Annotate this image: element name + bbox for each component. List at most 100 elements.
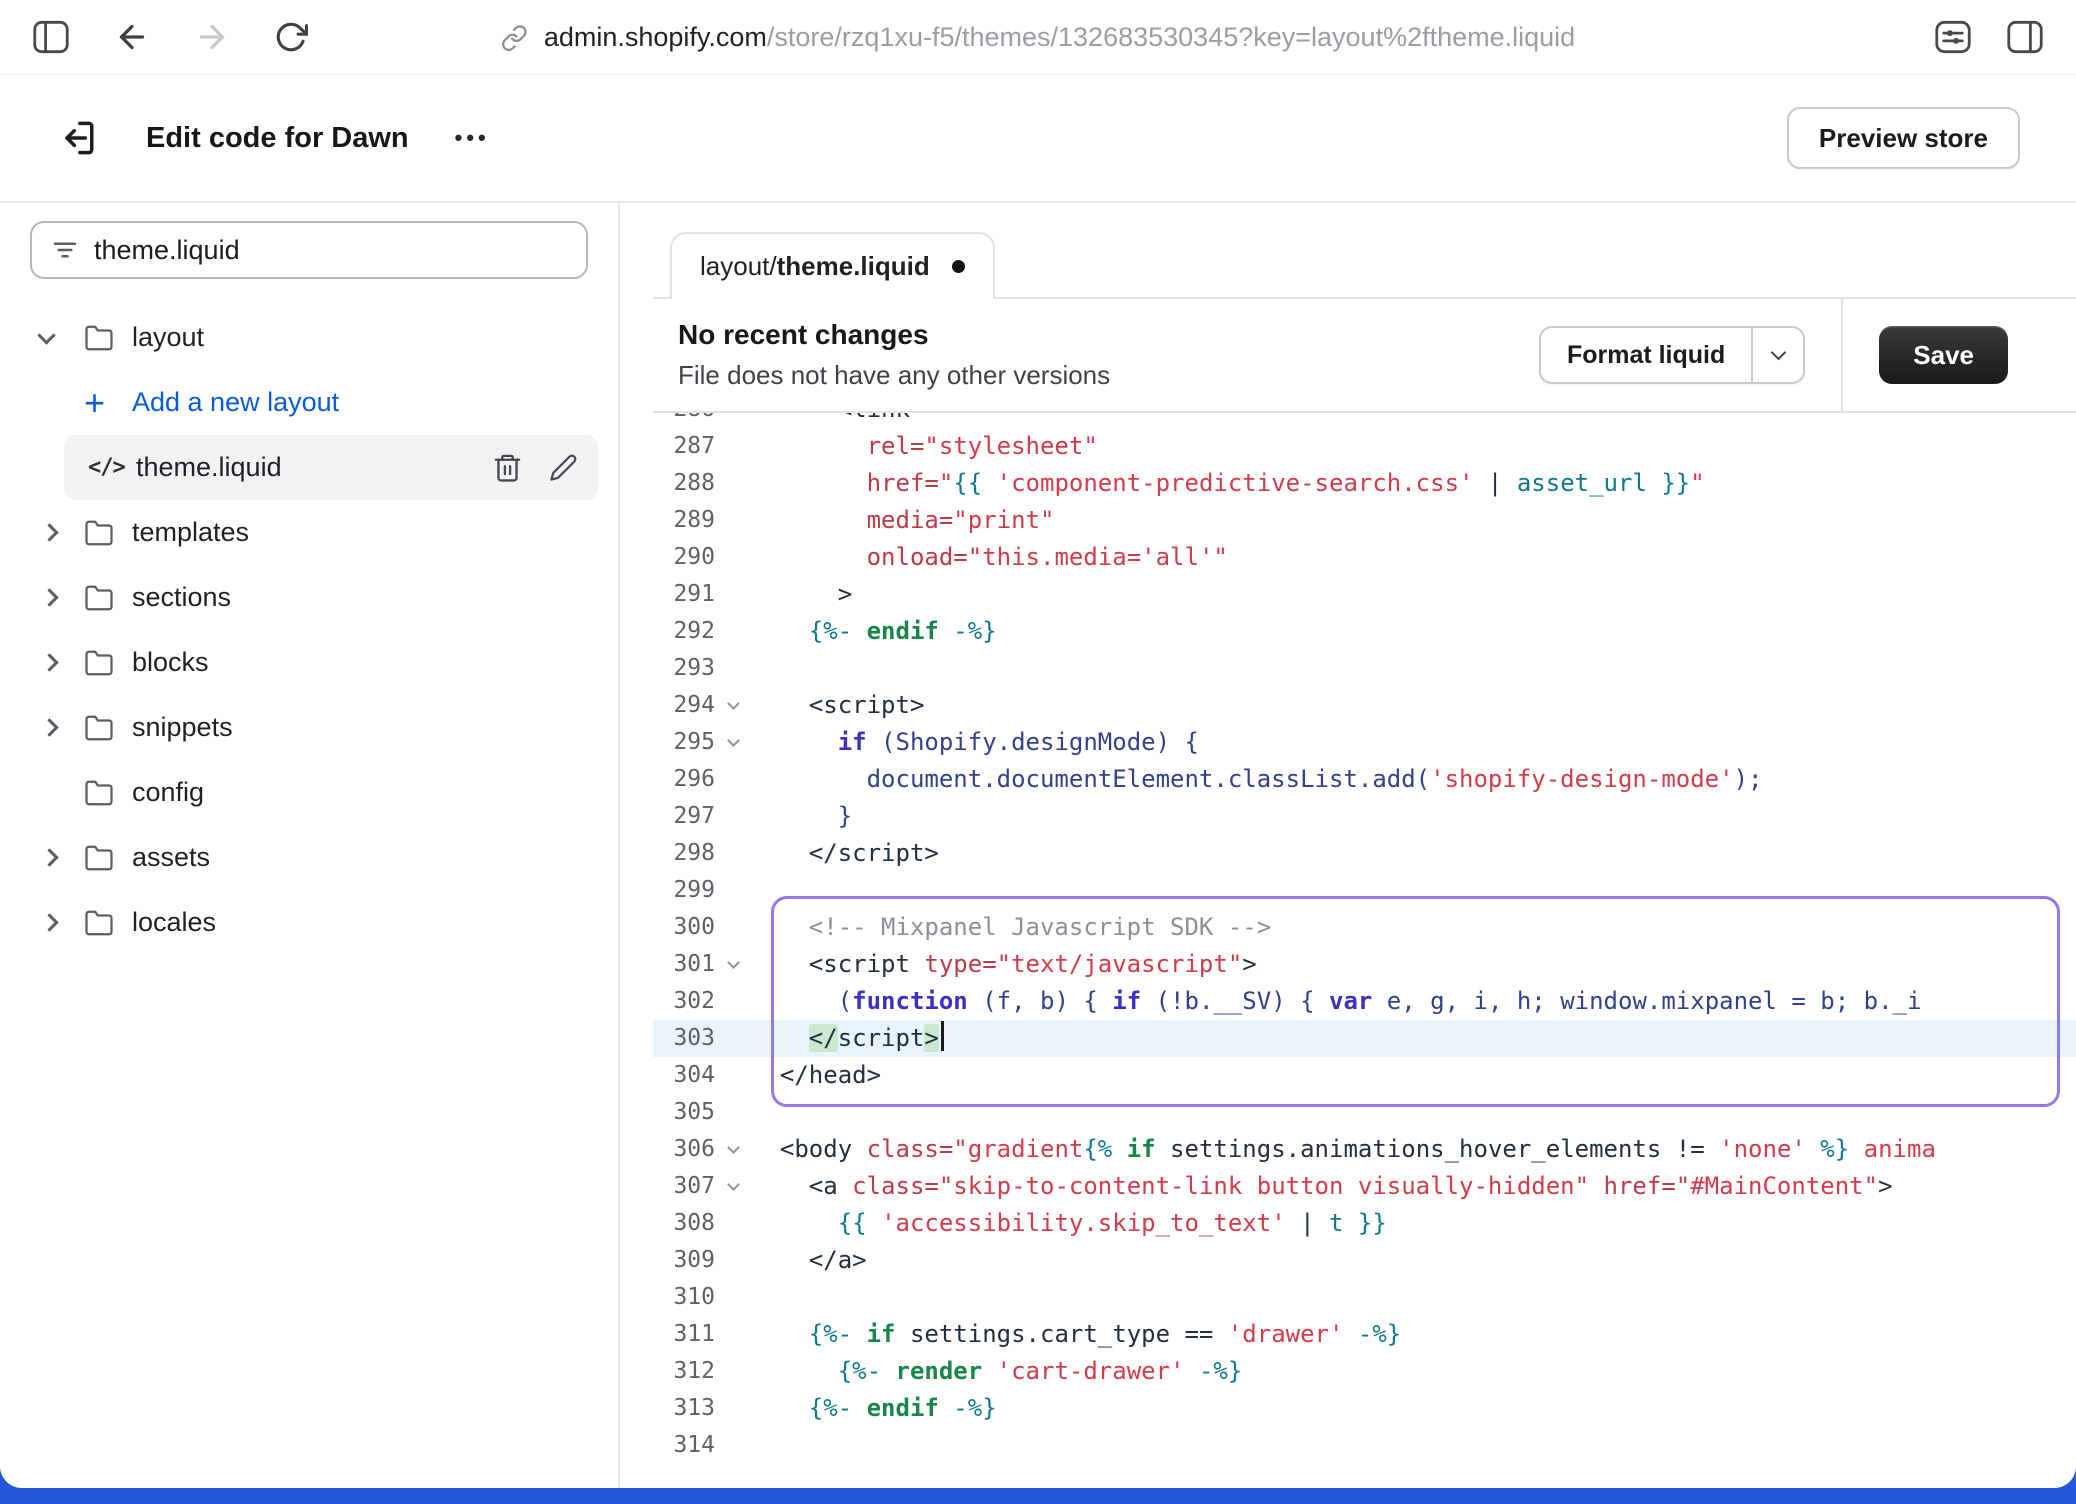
code-line-306[interactable]: 306 <body class="gradient{% if settings.… [653,1131,2076,1168]
fold-toggle-icon[interactable] [715,1131,751,1168]
fold-toggle-icon[interactable] [715,1168,751,1205]
exit-code-editor-button[interactable] [56,116,100,160]
chevron-right-icon [40,588,58,606]
code-line-296[interactable]: 296 document.documentElement.classList.a… [653,761,2076,798]
code-line-310[interactable]: 310 [653,1279,2076,1316]
more-options-button[interactable]: ••• [455,125,490,151]
back-icon[interactable] [114,19,150,55]
sidebar-toggle-icon[interactable] [32,20,70,54]
content-row: theme.liquid layout+Add a new layout</>t… [0,203,2076,1488]
code-line-309[interactable]: 309 </a> [653,1242,2076,1279]
sidebar-folder-config[interactable]: config [0,760,618,825]
fold-toggle-icon[interactable] [715,724,751,761]
code-line-312[interactable]: 312 {%- render 'cart-drawer' -%} [653,1353,2076,1390]
sidebar-folder-locales[interactable]: locales [0,890,618,955]
reload-icon[interactable] [274,20,308,54]
code-text: {%- if settings.cart_type == 'drawer' -%… [751,1316,2076,1353]
search-value: theme.liquid [94,235,240,266]
code-line-295[interactable]: 295 if (Shopify.designMode) { [653,724,2076,761]
code-line-286[interactable]: 286 <link [653,413,2076,428]
chevron-right-icon [40,653,58,671]
code-editor[interactable]: 286 <link287 rel="stylesheet"288 href="{… [653,413,2076,1488]
file-theme.liquid[interactable]: </>theme.liquid [64,435,598,500]
delete-file-icon[interactable] [492,452,523,483]
code-line-308[interactable]: 308 {{ 'accessibility.skip_to_text' | t … [653,1205,2076,1242]
sidebar-folder-snippets[interactable]: snippets [0,695,618,760]
code-text: media="print" [751,502,2076,539]
code-line-287[interactable]: 287 rel="stylesheet" [653,428,2076,465]
line-number: 288 [653,465,715,502]
chevron-right-icon [40,848,58,866]
code-text: <!-- Mixpanel Javascript SDK --> [751,909,2076,946]
code-line-311[interactable]: 311 {%- if settings.cart_type == 'drawer… [653,1316,2076,1353]
code-line-314[interactable]: 314 [653,1427,2076,1464]
folder-icon [84,323,132,353]
code-line-313[interactable]: 313 {%- endif -%} [653,1390,2076,1427]
code-line-288[interactable]: 288 href="{{ 'component-predictive-searc… [653,465,2076,502]
line-number: 287 [653,428,715,465]
fold-toggle-icon[interactable] [715,687,751,724]
line-number: 304 [653,1057,715,1094]
sidebar-folder-sections[interactable]: sections [0,565,618,630]
preview-store-button[interactable]: Preview store [1787,107,2020,169]
folder-icon [84,908,132,938]
code-text: <script> [751,687,2076,724]
sidebar-folder-layout[interactable]: layout [0,305,618,370]
format-liquid-button[interactable]: Format liquid [1539,326,1805,384]
code-line-298[interactable]: 298 </script> [653,835,2076,872]
split-view-icon[interactable] [2006,20,2044,54]
code-line-307[interactable]: 307 <a class="skip-to-content-link butto… [653,1168,2076,1205]
code-line-299[interactable]: 299 [653,872,2076,909]
sidebar-folder-templates[interactable]: templates [0,500,618,565]
folder-icon [84,518,132,548]
code-line-302[interactable]: 302 (function (f, b) { if (!b.__SV) { va… [653,983,2076,1020]
code-text: {%- endif -%} [751,613,2076,650]
line-number: 291 [653,576,715,613]
format-options-caret[interactable] [1751,328,1803,382]
code-line-303[interactable]: 303 </script> [653,1020,2076,1057]
toolbar-actions: Format liquid Save [1539,299,2076,411]
format-liquid-label[interactable]: Format liquid [1541,328,1751,382]
code-text: </script> [751,1020,2076,1057]
code-line-293[interactable]: 293 [653,650,2076,687]
save-button[interactable]: Save [1879,326,2008,384]
code-line-291[interactable]: 291 > [653,576,2076,613]
code-text: } [751,798,2076,835]
code-line-289[interactable]: 289 media="print" [653,502,2076,539]
code-text: rel="stylesheet" [751,428,2076,465]
rename-file-icon[interactable] [549,453,578,482]
code-text: document.documentElement.classList.add('… [751,761,2076,798]
line-number: 308 [653,1205,715,1242]
file-tree: layout+Add a new layout</>theme.liquid te… [0,305,618,955]
code-line-304[interactable]: 304 </head> [653,1057,2076,1094]
code-text: </script> [751,835,2076,872]
code-line-290[interactable]: 290 onload="this.media='all'" [653,539,2076,576]
code-text: (function (f, b) { if (!b.__SV) { var e,… [751,983,2076,1020]
line-number: 286 [653,413,715,428]
line-number: 295 [653,724,715,761]
line-number: 298 [653,835,715,872]
customize-icon[interactable] [1934,20,1972,54]
code-line-301[interactable]: 301 <script type="text/javascript"> [653,946,2076,983]
status-title: No recent changes [678,319,1110,351]
text-cursor [941,1021,944,1051]
file-sidebar: theme.liquid layout+Add a new layout</>t… [0,203,620,1488]
sidebar-folder-blocks[interactable]: blocks [0,630,618,695]
fold-toggle-icon[interactable] [715,946,751,983]
code-line-292[interactable]: 292 {%- endif -%} [653,613,2076,650]
forward-icon[interactable] [194,19,230,55]
add-new-layout-button[interactable]: +Add a new layout [0,370,618,435]
filter-icon [50,235,80,265]
code-text: > [751,576,2076,613]
line-number: 307 [653,1168,715,1205]
file-search-input[interactable]: theme.liquid [30,221,588,279]
code-line-305[interactable]: 305 [653,1094,2076,1131]
code-line-294[interactable]: 294 <script> [653,687,2076,724]
sidebar-folder-assets[interactable]: assets [0,825,618,890]
folder-name: templates [132,517,249,548]
code-line-297[interactable]: 297 } [653,798,2076,835]
tab-layout-theme-liquid[interactable]: layout/theme.liquid [670,232,995,299]
code-line-300[interactable]: 300 <!-- Mixpanel Javascript SDK --> [653,909,2076,946]
address-bar[interactable]: admin.shopify.com/store/rzq1xu-f5/themes… [501,22,1575,53]
status-subtitle: File does not have any other versions [678,360,1110,391]
